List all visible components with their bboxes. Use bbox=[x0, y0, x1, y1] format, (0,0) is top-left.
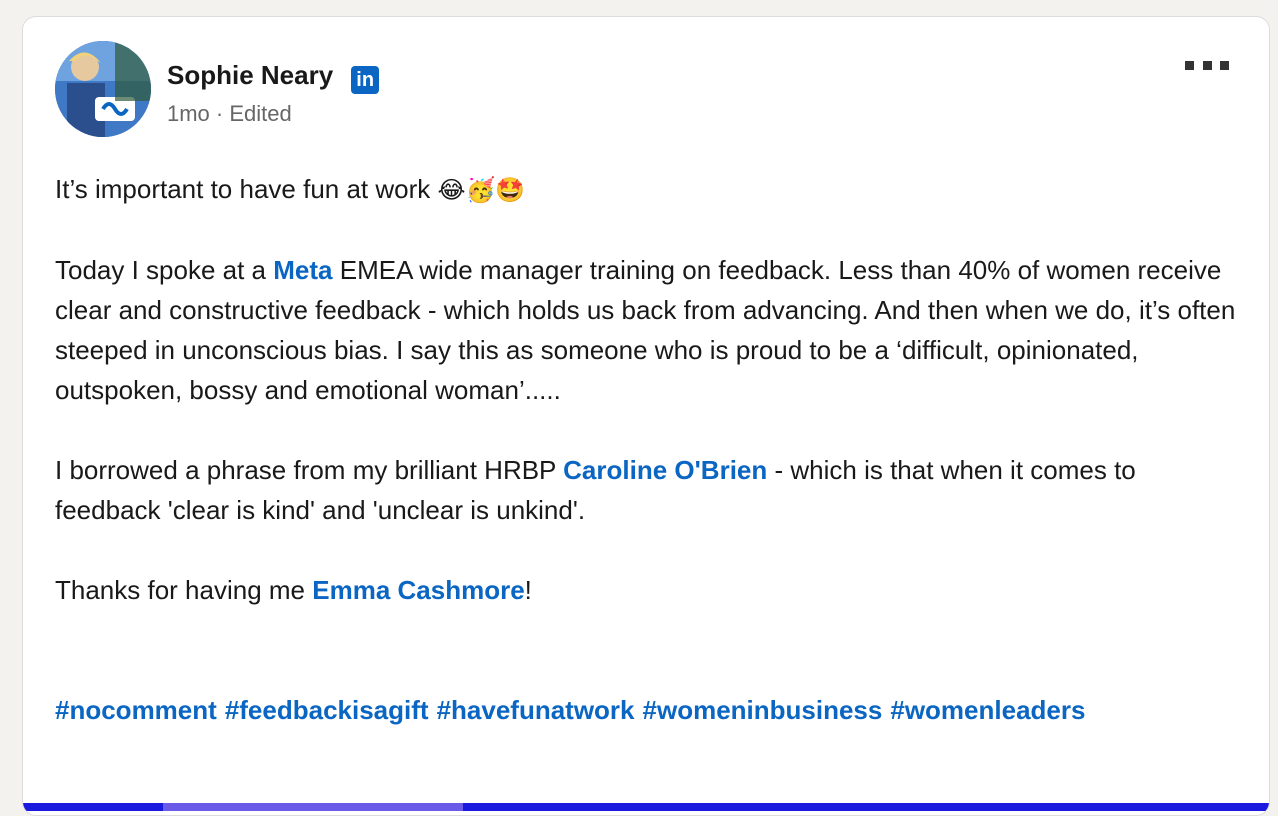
linkedin-icon: in bbox=[351, 66, 380, 94]
post-meta: 1mo · Edited bbox=[167, 101, 292, 127]
post-paragraph-1: Today I spoke at a Meta EMEA wide manage… bbox=[55, 250, 1245, 410]
more-dot bbox=[1185, 60, 1194, 70]
media-preview-edge[interactable] bbox=[23, 803, 1269, 811]
author-row: Sophie Neary in bbox=[167, 59, 380, 94]
intro-emojis: 😂🥳🤩 bbox=[437, 176, 526, 204]
p2-pre: I borrowed a phrase from my brilliant HR… bbox=[55, 455, 564, 485]
mention-caroline[interactable]: Caroline O'Brien bbox=[563, 455, 767, 485]
post-body: It’s important to have fun at work 😂🥳🤩 T… bbox=[55, 169, 1245, 730]
more-dot bbox=[1202, 60, 1212, 70]
hashtag-link[interactable]: #womenleaders bbox=[890, 695, 1085, 725]
media-accent bbox=[163, 803, 463, 811]
edited-label: Edited bbox=[229, 101, 292, 126]
hashtag-link[interactable]: #havefunatwork bbox=[437, 695, 635, 725]
hashtag-link[interactable]: #womeninbusiness bbox=[643, 695, 883, 725]
intro-text: It’s important to have fun at work bbox=[55, 174, 431, 204]
avatar[interactable] bbox=[55, 41, 151, 137]
p3-post: ! bbox=[524, 575, 532, 605]
p3-pre: Thanks for having me bbox=[55, 575, 313, 605]
post-intro: It’s important to have fun at work 😂🥳🤩 bbox=[55, 169, 1245, 210]
meta-separator: · bbox=[215, 101, 224, 126]
hashtag-link[interactable]: #nocomment bbox=[55, 695, 217, 725]
p1-pre: Today I spoke at a bbox=[55, 255, 274, 285]
more-icon[interactable] bbox=[1185, 53, 1229, 77]
mention-meta[interactable]: Meta bbox=[273, 255, 332, 285]
post-header: Sophie Neary in 1mo · Edited bbox=[55, 41, 1235, 137]
more-dot bbox=[1220, 60, 1229, 70]
post-card: Sophie Neary in 1mo · Edited It’s import… bbox=[22, 16, 1270, 816]
author-name[interactable]: Sophie Neary bbox=[167, 60, 333, 91]
mention-emma[interactable]: Emma Cashmore bbox=[312, 575, 524, 605]
post-time: 1mo bbox=[167, 101, 210, 126]
avatar-image bbox=[55, 41, 151, 137]
post-paragraph-2: I borrowed a phrase from my brilliant HR… bbox=[55, 450, 1245, 530]
hashtag-list: #nocomment #feedbackisagift #havefunatwork… bbox=[55, 690, 1245, 730]
post-paragraph-3: Thanks for having me Emma Cashmore! bbox=[55, 570, 1245, 610]
hashtag-link[interactable]: #feedbackisagift bbox=[225, 695, 429, 725]
